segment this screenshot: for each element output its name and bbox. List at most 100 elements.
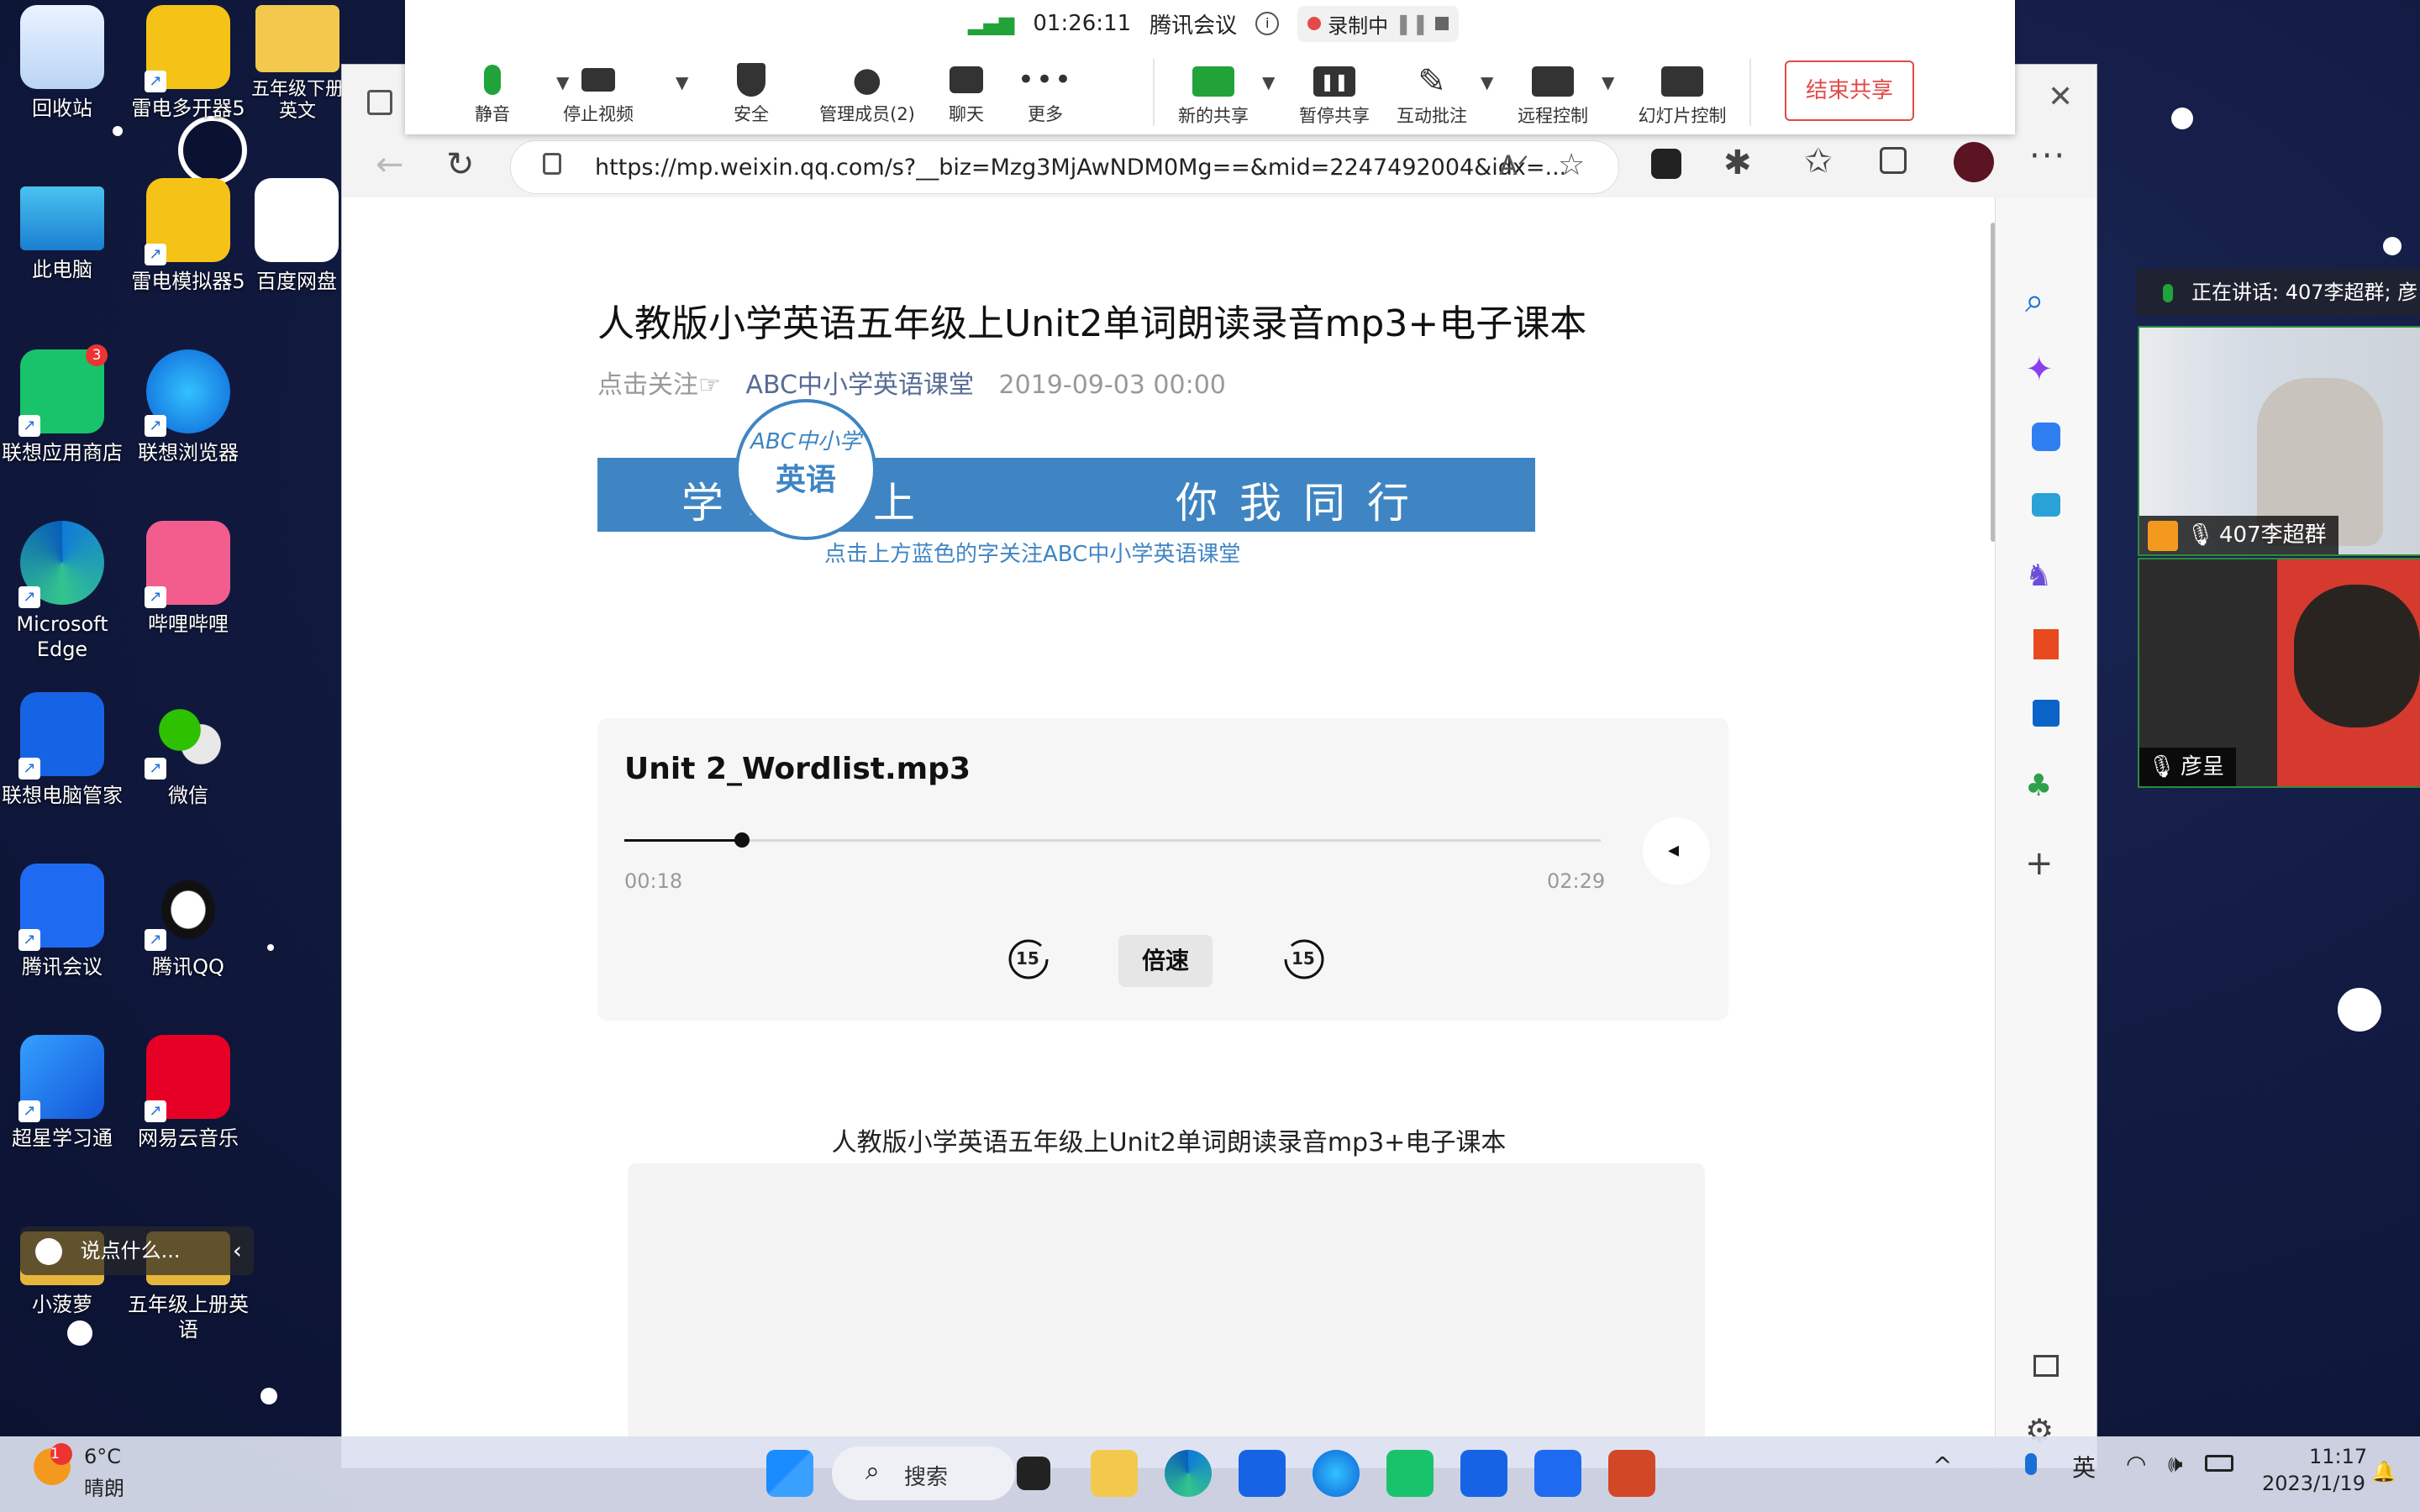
microphone-icon[interactable] [2025, 1453, 2037, 1475]
stop-recording-icon[interactable] [1435, 17, 1449, 30]
rewind-15-button[interactable]: 15 [1004, 935, 1053, 984]
follow-link[interactable]: 点击关注☞ [597, 370, 721, 400]
input-method-indicator[interactable]: 英 [2072, 1450, 2096, 1483]
shopping-tag-icon[interactable] [2032, 423, 2060, 451]
account-name-link[interactable]: ABC中小学英语课堂 [745, 370, 974, 400]
chevron-down-icon[interactable]: ▼ [1262, 72, 1275, 92]
more-menu-icon[interactable]: ··· [2029, 137, 2066, 176]
store-taskbar-icon[interactable] [1239, 1450, 1286, 1497]
security-button[interactable]: 安全 [701, 59, 802, 126]
clock-date[interactable]: 2023/1/19 [2262, 1472, 2365, 1495]
end-share-button[interactable]: 结束共享 [1785, 60, 1914, 121]
desktop-icon-lenovo-store[interactable]: 3 ↗ 联想应用商店 [0, 344, 129, 504]
extension-icon[interactable] [1651, 149, 1681, 179]
lenovo-store-icon: 3 ↗ [18, 344, 108, 437]
chevron-down-icon[interactable]: ▼ [676, 72, 688, 92]
office-icon[interactable] [2033, 629, 2059, 659]
desktop-icon-lenovo-browser[interactable]: ↗ 联想浏览器 [121, 344, 255, 504]
remote-control-button[interactable]: 远程控制 [1502, 60, 1603, 128]
desktop-icon-wechat[interactable]: ↗ 微信 [121, 687, 255, 847]
hide-sidebar-icon[interactable] [2033, 1355, 2059, 1377]
desktop-icon-leidian-emulator[interactable]: ↗ 雷电模拟器5 [121, 173, 255, 333]
desktop-icon-leidian-multi[interactable]: ↗ 雷电多开器5 [121, 0, 255, 160]
weather-description[interactable]: 晴朗 [84, 1472, 124, 1501]
annotate-button[interactable]: ✎ 互动批注 [1381, 60, 1482, 128]
wifi-icon[interactable]: ◠ [2126, 1450, 2146, 1478]
back-arrow-icon[interactable]: ← [376, 145, 404, 184]
tree-icon[interactable]: ♣ [2025, 769, 2067, 811]
emoji-icon[interactable] [35, 1238, 62, 1265]
new-share-button[interactable]: 新的共享 [1163, 60, 1264, 128]
lenovo-manager-taskbar-icon[interactable] [1460, 1450, 1507, 1497]
recording-label: 录制中 [1328, 13, 1389, 38]
file-explorer-icon[interactable] [1091, 1450, 1138, 1497]
desktop-icon-grade5-english-folder[interactable]: 五年级下册英文 [247, 0, 348, 160]
outlook-icon[interactable] [2033, 700, 2060, 727]
tencent-meeting-taskbar-icon[interactable] [1534, 1450, 1581, 1497]
add-icon[interactable]: + [2025, 844, 2067, 886]
profile-avatar[interactable] [1954, 142, 1994, 182]
tools-briefcase-icon[interactable] [2032, 493, 2060, 517]
slideshow-control-button[interactable]: 幻灯片控制 [1623, 60, 1741, 128]
meeting-chat-input[interactable]: 说点什么... ‹ [20, 1226, 254, 1275]
clock-time[interactable]: 11:17 [2309, 1445, 2367, 1468]
desktop-icon-tencent-meeting[interactable]: ↗ 腾讯会议 [0, 858, 129, 1018]
stop-video-button[interactable]: 停止视频 [548, 59, 649, 126]
participant-video-tile[interactable]: 🎙 407李超群 [2138, 326, 2420, 556]
chevron-down-icon[interactable]: ▼ [1481, 72, 1493, 92]
info-icon[interactable]: i [1255, 12, 1280, 35]
lenovo-store-taskbar-icon[interactable] [1386, 1450, 1434, 1497]
add-favorite-icon[interactable]: ☆ [1558, 148, 1585, 182]
desktop-icon-baidu-pan[interactable]: 百度网盘 [247, 173, 346, 333]
more-button[interactable]: ••• 更多 [995, 59, 1096, 126]
manage-members-button[interactable]: ● 管理成员(2) [808, 59, 926, 126]
taskbar-search[interactable]: ⌕ 搜索 [832, 1446, 1015, 1500]
window-close-button[interactable]: ✕ [2048, 80, 2073, 114]
games-icon[interactable]: ♞ [2025, 559, 2067, 601]
chevron-up-icon[interactable]: ^ [1933, 1452, 1952, 1479]
copilot-icon[interactable]: ✦ [2025, 350, 2067, 392]
participant-video-feed [2277, 559, 2420, 786]
start-windows-icon[interactable] [766, 1450, 813, 1497]
audio-progress-track[interactable] [624, 832, 1601, 848]
edge-taskbar-icon[interactable] [1165, 1450, 1212, 1497]
recording-indicator[interactable]: 录制中 ❚❚ [1297, 5, 1460, 42]
weather-temperature[interactable]: 6°C [84, 1445, 121, 1468]
forward-15-button[interactable]: 15 [1280, 935, 1328, 984]
play-button[interactable]: ◂ [1643, 817, 1710, 885]
puzzle-extensions-icon[interactable]: ✱ [1723, 144, 1752, 182]
chevron-left-icon[interactable]: ‹ [233, 1226, 242, 1275]
address-bar[interactable]: https://mp.weixin.qq.com/s?__biz=Mzg3MjA… [510, 140, 1619, 194]
search-icon[interactable]: ⌕ [2025, 281, 2067, 323]
battery-icon[interactable] [2205, 1455, 2233, 1472]
mute-button[interactable]: 静音 [442, 59, 543, 126]
desktop-icon-qq[interactable]: ↗ 腾讯QQ [121, 858, 255, 1018]
volume-icon[interactable]: 🕪 [2168, 1450, 2183, 1478]
notification-bell-icon[interactable]: 🔔 [2371, 1460, 2396, 1483]
read-aloud-icon[interactable]: Aᐟ [1499, 150, 1528, 181]
desktop-icon-bilibili[interactable]: ↗ 哔哩哔哩 [121, 516, 255, 675]
chevron-down-icon[interactable]: ▼ [1602, 72, 1614, 92]
desktop-icon-edge[interactable]: ↗ Microsoft Edge [0, 516, 129, 675]
playback-speed-button[interactable]: 倍速 [1118, 935, 1213, 987]
pause-share-button[interactable]: ❚❚ 暂停共享 [1284, 60, 1385, 128]
refresh-icon[interactable]: ↻ [446, 145, 475, 184]
lock-icon[interactable] [543, 153, 561, 175]
powerpoint-taskbar-icon[interactable] [1608, 1450, 1655, 1497]
weather-sun-icon[interactable]: 1 [34, 1443, 72, 1485]
user-icon: ● [852, 60, 882, 99]
tab-actions-icon[interactable] [367, 90, 392, 115]
participant-video-tile[interactable]: 🎙 彦呈 [2138, 558, 2420, 788]
desktop-icon-netease-music[interactable]: ↗ 网易云音乐 [121, 1030, 255, 1189]
desktop-icon-chaoxing[interactable]: ↗ 超星学习通 [0, 1030, 129, 1189]
task-view-icon[interactable] [1017, 1457, 1050, 1490]
desktop-icon-recycle-bin[interactable]: 回收站 [0, 0, 129, 160]
desktop-icon-this-pc[interactable]: 此电脑 [0, 173, 129, 333]
favorites-icon[interactable]: ✩ [1804, 142, 1833, 181]
audio-progress-handle[interactable] [734, 832, 750, 848]
pause-recording-icon[interactable]: ❚❚ [1395, 12, 1428, 35]
collections-icon[interactable] [1880, 147, 1907, 174]
lenovo-browser-taskbar-icon[interactable] [1313, 1450, 1360, 1497]
desktop-icon-lenovo-manager[interactable]: ↗ 联想电脑管家 [0, 687, 129, 847]
signal-strength-icon[interactable]: ▂▄▆ [968, 12, 1014, 35]
